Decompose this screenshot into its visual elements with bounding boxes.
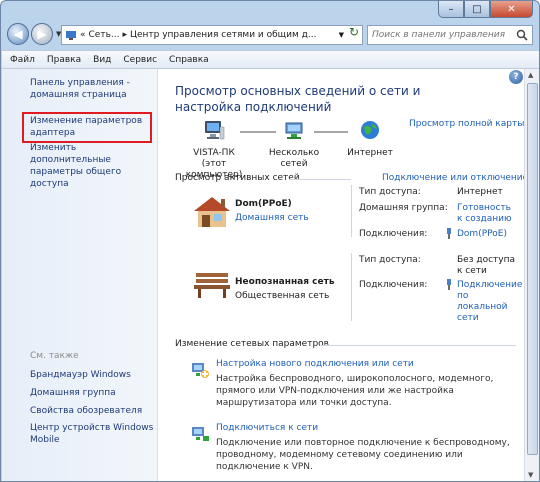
network-folder-icon	[66, 31, 76, 40]
menu-file[interactable]: Файл	[10, 55, 35, 65]
advanced-sharing-settings-link[interactable]: Изменить дополнительные параметры общего…	[30, 142, 156, 190]
search-input[interactable]	[372, 30, 512, 40]
menu-bar: Файл Правка Вид Сервис Справка	[2, 50, 539, 69]
menu-edit[interactable]: Правка	[47, 55, 81, 65]
net2-access-type-label: Тип доступа:	[359, 255, 421, 265]
caption-buttons: – □ ✕	[438, 1, 533, 18]
menu-tools[interactable]: Сервис	[123, 55, 157, 65]
refresh-icon: ↻	[349, 25, 360, 39]
net1-access-type-value: Интернет	[457, 187, 503, 197]
computer-icon	[205, 121, 225, 140]
net2-connection-link[interactable]: Подключение по локальной сети	[457, 280, 522, 324]
setup-new-connection-link[interactable]: Настройка нового подключения или сети	[216, 359, 414, 369]
close-button[interactable]: ✕	[490, 1, 533, 18]
internet-options-link[interactable]: Свойства обозревателя	[30, 405, 156, 417]
active-networks-divider	[289, 179, 351, 180]
map-node-this-pc[interactable]: VISTA-ПК (этот компьютер)	[177, 119, 251, 181]
setup-new-connection-description: Настройка беспроводного, широкополосного…	[216, 374, 494, 408]
globe-icon	[361, 121, 379, 139]
net2-connections-label: Подключения:	[359, 280, 428, 290]
map-node-internet[interactable]: Интернет	[346, 119, 394, 159]
search-icon	[516, 29, 528, 41]
network-2-name: Неопознанная сеть	[235, 277, 335, 287]
nav-buttons: ◀ ▶ ▼	[7, 23, 61, 45]
change-settings-heading: Изменение сетевых параметров	[175, 339, 329, 349]
net1-access-type-label: Тип доступа:	[359, 187, 421, 197]
connect-to-network-link[interactable]: Подключиться к сети	[216, 423, 318, 433]
unknown-network-bench-icon	[194, 273, 230, 298]
connect-to-network-description: Подключение или повторное подключение к …	[216, 438, 510, 472]
networks-icon	[285, 122, 303, 139]
network-2-type: Общественная сеть	[235, 291, 330, 301]
map-node-internet-label: Интернет	[347, 148, 393, 158]
change-settings-divider	[320, 345, 516, 346]
net2-access-type-value: Без доступа к сети	[457, 255, 516, 276]
page-title: Просмотр основных сведений о сети и наст…	[175, 84, 421, 114]
network-2-vertical-divider	[351, 253, 352, 321]
scroll-down-icon[interactable]: ▼	[528, 471, 533, 479]
scroll-thumb[interactable]	[527, 83, 538, 455]
breadcrumb-network[interactable]: Сеть...	[89, 30, 120, 40]
network-1-vertical-divider	[351, 185, 352, 237]
network-1-name: Dom(PPoE)	[235, 199, 292, 209]
windows-mobile-center-link[interactable]: Центр устройств Windows Mobile	[30, 422, 156, 446]
net1-connections-label: Подключения:	[359, 229, 428, 239]
connection-plug-icon	[447, 279, 451, 290]
breadcrumb-network-center[interactable]: Центр управления сетями и общим д...	[130, 30, 316, 40]
maximize-button[interactable]: □	[464, 1, 490, 18]
refresh-button[interactable]: ↻	[349, 25, 365, 45]
minimize-button[interactable]: –	[438, 1, 464, 18]
menu-view[interactable]: Вид	[93, 55, 111, 65]
windows-firewall-link[interactable]: Брандмауэр Windows	[30, 369, 156, 381]
address-dropdown-icon[interactable]: ▼	[339, 31, 344, 39]
net1-homegroup-label: Домашняя группа:	[359, 203, 448, 213]
map-node-multiple-networks[interactable]: Несколько сетей	[256, 119, 332, 170]
vertical-scrollbar[interactable]: ▲ ▼	[524, 69, 539, 481]
connect-to-network-icon	[192, 427, 209, 441]
menu-help[interactable]: Справка	[169, 55, 209, 65]
new-connection-icon	[192, 363, 209, 378]
breadcrumb-separator[interactable]: ▸	[122, 30, 127, 40]
connection-plug-icon	[447, 228, 451, 239]
forward-button[interactable]: ▶	[31, 23, 53, 45]
window: – □ ✕ ◀ ▶ ▼ « Сеть... ▸ Центр управления…	[0, 0, 540, 482]
search-box[interactable]	[367, 25, 533, 45]
address-overflow[interactable]: «	[80, 30, 86, 40]
back-button[interactable]: ◀	[7, 23, 29, 45]
network-1-type-link[interactable]: Домашняя сеть	[235, 213, 309, 223]
see-also-heading: См. также	[30, 351, 79, 361]
home-network-icon	[194, 197, 230, 227]
scroll-up-icon[interactable]: ▲	[528, 71, 533, 79]
help-button[interactable]: ?	[509, 70, 523, 84]
homegroup-link[interactable]: Домашняя группа	[30, 387, 156, 399]
connect-disconnect-link[interactable]: Подключение или отключение	[382, 173, 528, 183]
content-area: Панель управления - домашняя страница Из…	[2, 69, 539, 481]
address-bar[interactable]: « Сеть... ▸ Центр управления сетями и об…	[61, 25, 363, 45]
view-full-map-link[interactable]: Просмотр полной карты	[409, 119, 524, 129]
change-adapter-settings-link[interactable]: Изменение параметров адаптера	[30, 115, 156, 139]
active-networks-heading: Просмотр активных сетей	[175, 173, 300, 183]
net1-homegroup-link[interactable]: Готовность к созданию	[457, 203, 517, 225]
net1-connection-link[interactable]: Dom(PPoE)	[457, 229, 517, 240]
task-pane: Панель управления - домашняя страница Из…	[2, 69, 158, 481]
map-node-networks-label: Несколько сетей	[268, 148, 320, 169]
control-panel-home-link[interactable]: Панель управления - домашняя страница	[30, 77, 156, 101]
